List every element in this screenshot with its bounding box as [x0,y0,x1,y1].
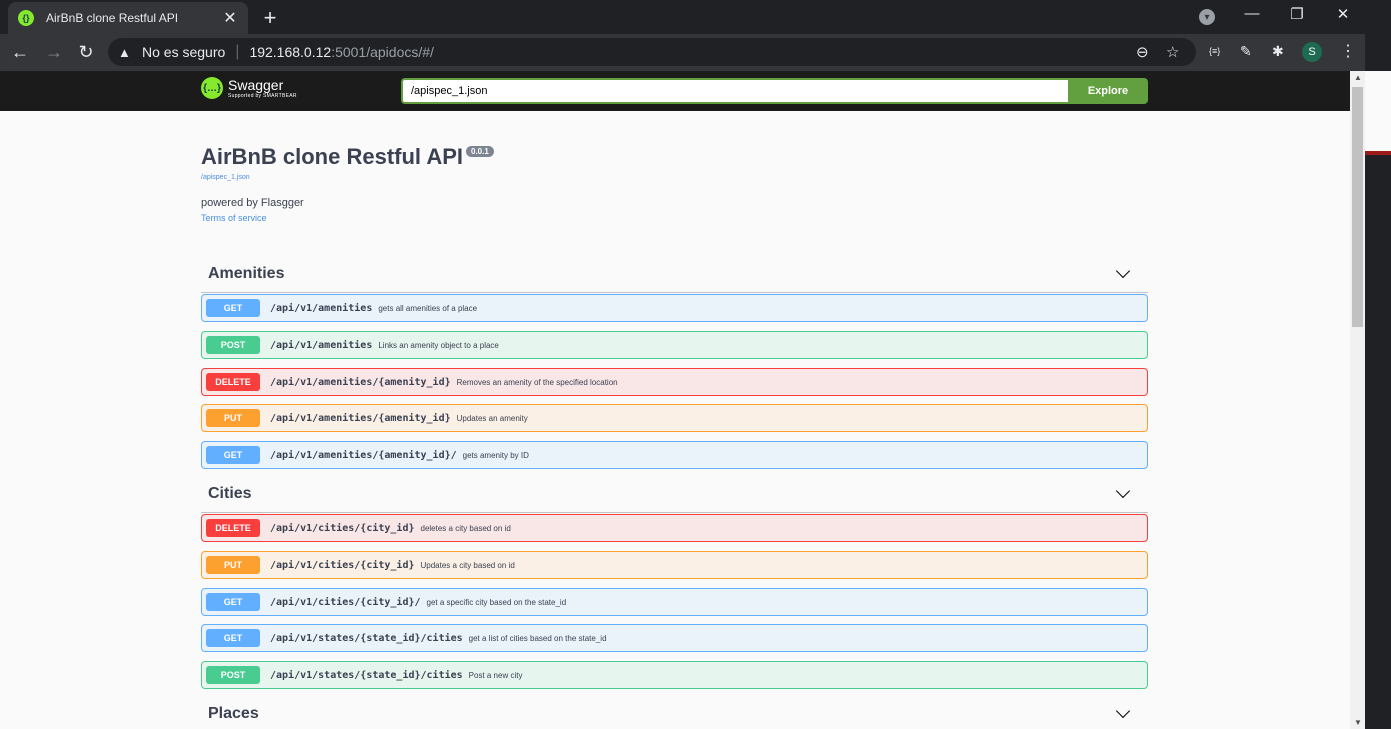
operation-path: /api/v1/cities/{city_id} [270,559,415,571]
operation-path: /api/v1/cities/{city_id}/ [270,596,421,608]
operation-path: /api/v1/amenities/{amenity_id} [270,412,451,424]
tag-title: Cities [208,484,252,502]
minimize-icon[interactable]: — [1240,5,1264,22]
tag-header-amenities[interactable]: Amenities [201,255,1148,293]
address-separator: | [235,43,240,60]
api-title: AirBnB clone Restful API [201,144,463,169]
scroll-down-arrow-icon[interactable]: ▼ [1354,718,1362,727]
operation-row[interactable]: GET /api/v1/cities/{city_id}/ get a spec… [201,588,1148,616]
operation-summary: Post a new city [468,670,523,680]
back-icon[interactable]: ← [8,40,32,64]
tag-header-places[interactable]: Places [201,695,1148,729]
method-badge: GET [206,446,260,464]
operation-path: /api/v1/amenities/{amenity_id} [270,376,451,388]
swagger-topbar: {…} Swagger Supported by SMARTBEAR Explo… [0,71,1350,111]
address-bar[interactable]: ▲ No es seguro | 192.168.0.12:5001/apido… [108,38,1196,66]
api-description: powered by Flasgger [201,197,304,209]
browser-toolbar: ← → ↻ ▲ No es seguro | 192.168.0.12:5001… [0,34,1391,71]
extension-pen-icon[interactable]: ✎ [1240,43,1252,60]
operation-row[interactable]: PUT /api/v1/cities/{city_id} Updates a c… [201,551,1148,579]
operation-row[interactable]: DELETE /api/v1/amenities/{amenity_id} Re… [201,368,1148,396]
tag-title: Places [208,704,259,722]
extension-json-icon[interactable]: {≡} [1209,46,1220,56]
tab-search-icon[interactable]: ▾ [1199,9,1215,25]
operation-summary: get a list of cities based on the state_… [468,633,607,643]
api-info: AirBnB clone Restful API 0.0.1 /apispec_… [201,144,494,223]
reload-icon[interactable]: ↻ [74,40,98,64]
chevron-down-icon[interactable] [1115,483,1131,498]
method-badge: POST [206,336,260,354]
page-viewport: {…} Swagger Supported by SMARTBEAR Explo… [0,71,1350,729]
operation-summary: Links an amenity object to a place [378,340,499,350]
method-badge: PUT [206,409,260,427]
operation-path: /api/v1/states/{state_id}/cities [270,669,463,681]
close-window-icon[interactable]: ✕ [1331,5,1355,23]
spec-url-input[interactable] [401,78,1069,104]
swagger-logo-name: Swagger [228,76,284,93]
method-badge: PUT [206,556,260,574]
operation-row[interactable]: DELETE /api/v1/cities/{city_id} deletes … [201,514,1148,542]
spec-link[interactable]: /apispec_1.json [201,174,494,181]
operation-row[interactable]: POST /api/v1/amenities Links an amenity … [201,331,1148,359]
warning-icon[interactable]: ▲ [118,45,136,60]
operation-row[interactable]: GET /api/v1/amenities/{amenity_id}/ gets… [201,441,1148,469]
operation-row[interactable]: PUT /api/v1/amenities/{amenity_id} Updat… [201,404,1148,432]
side-panel-preview [1365,71,1391,155]
swagger-logo-icon: {…} [201,77,223,99]
tag-title: Amenities [208,264,285,282]
operation-summary: get a specific city based on the state_i… [426,597,567,607]
terms-of-service-link[interactable]: Terms of service [201,213,494,223]
zoom-icon[interactable]: ⊖ [1136,43,1149,61]
operation-path: /api/v1/amenities/{amenity_id}/ [270,449,457,461]
swagger-logo[interactable]: {…} Swagger Supported by SMARTBEAR [201,77,297,99]
operation-path: /api/v1/amenities [270,339,373,351]
url-host: 192.168.0.12 [249,44,332,60]
chevron-down-icon[interactable] [1115,263,1131,278]
operation-summary: deletes a city based on id [420,523,511,533]
method-badge: DELETE [206,373,260,391]
operation-row[interactable]: POST /api/v1/states/{state_id}/cities Po… [201,661,1148,689]
browser-tab[interactable]: {} AirBnB clone Restful API ✕ [8,2,248,34]
operation-summary: gets amenity by ID [462,450,529,460]
operation-row[interactable]: GET /api/v1/states/{state_id}/cities get… [201,624,1148,652]
profile-avatar[interactable]: S [1302,42,1322,62]
url-path: :5001/apidocs/#/ [331,44,434,60]
method-badge: GET [206,629,260,647]
method-badge: GET [206,299,260,317]
scrollbar-thumb[interactable] [1352,87,1363,327]
operation-row[interactable]: GET /api/v1/amenities gets all amenities… [201,294,1148,322]
operation-path: /api/v1/states/{state_id}/cities [270,632,463,644]
method-badge: POST [206,666,260,684]
page-scrollbar[interactable]: ▲ ▼ [1350,71,1365,729]
method-badge: GET [206,593,260,611]
operation-path: /api/v1/cities/{city_id} [270,522,415,534]
menu-kebab-icon[interactable]: ⋮ [1340,41,1356,61]
version-badge: 0.0.1 [466,146,494,157]
operation-summary: Removes an amenity of the specified loca… [456,377,618,387]
bookmark-star-icon[interactable]: ☆ [1166,43,1179,61]
browser-tab-strip: {} AirBnB clone Restful API ✕ + ▾ — ❐ ✕ [0,0,1391,34]
explore-button[interactable]: Explore [1068,78,1148,104]
operation-summary: Updates an amenity [456,413,528,423]
insecure-label[interactable]: No es seguro [142,44,225,60]
close-tab-icon[interactable]: ✕ [222,8,238,28]
swagger-favicon-icon: {} [18,10,34,26]
scroll-up-arrow-icon[interactable]: ▲ [1354,73,1362,82]
operation-path: /api/v1/amenities [270,302,373,314]
extensions-puzzle-icon[interactable]: ✱ [1272,43,1284,60]
swagger-logo-sub: Supported by SMARTBEAR [228,92,297,99]
chevron-down-icon[interactable] [1115,703,1131,718]
tab-title: AirBnB clone Restful API [46,11,179,25]
tag-header-cities[interactable]: Cities [201,475,1148,513]
restore-icon[interactable]: ❐ [1285,5,1309,23]
method-badge: DELETE [206,519,260,537]
operation-summary: gets all amenities of a place [378,303,478,313]
operation-summary: Updates a city based on id [420,560,515,570]
new-tab-icon[interactable]: + [258,5,282,31]
forward-icon[interactable]: → [42,40,66,64]
